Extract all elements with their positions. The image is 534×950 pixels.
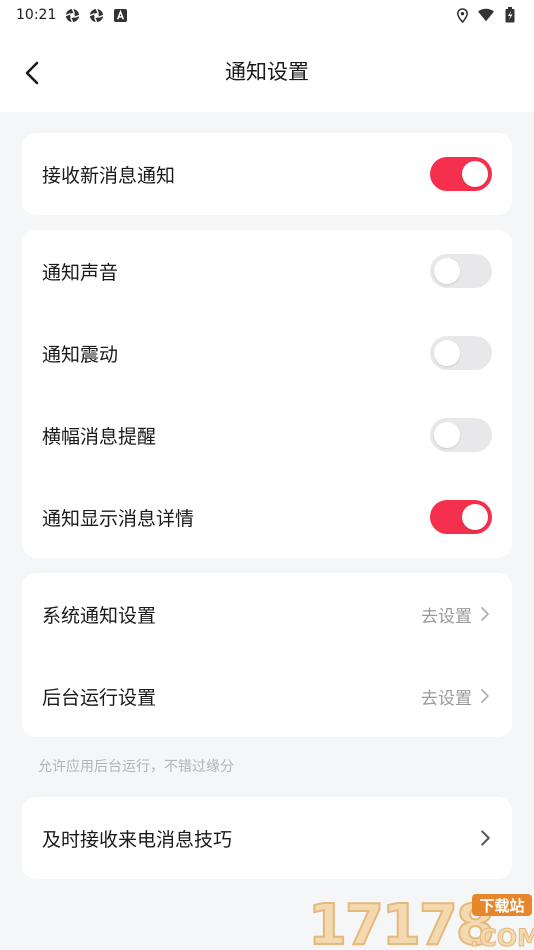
- chevron-right-icon: [478, 830, 492, 846]
- page-title: 通知设置: [225, 60, 309, 84]
- status-bar: 10:21: [0, 0, 534, 30]
- chevron-right-icon: [478, 689, 492, 703]
- toggle-show-message-details[interactable]: [430, 500, 492, 534]
- row-label: 后台运行设置: [42, 686, 157, 709]
- aperture-icon: [88, 7, 104, 23]
- wifi-icon: [478, 7, 494, 23]
- toggle-receive-notifications[interactable]: [430, 157, 492, 191]
- row-label: 系统通知设置: [42, 604, 157, 627]
- row-background-run-settings[interactable]: 后台运行设置 去设置: [22, 655, 512, 737]
- back-button[interactable]: [18, 59, 46, 87]
- row-right: 去设置: [421, 602, 492, 627]
- toggle-banner-reminder[interactable]: [430, 418, 492, 452]
- a-badge-icon: [112, 7, 128, 23]
- go-settings-link: 去设置: [421, 606, 472, 627]
- card-notification-options: 通知声音 通知震动 横幅消息提醒 通知显示消息详情: [22, 230, 512, 558]
- chevron-right-icon: [478, 607, 492, 621]
- row-label: 通知震动: [42, 343, 119, 366]
- status-time: 10:21: [16, 7, 57, 23]
- watermark-suffix: .COM: [470, 924, 534, 950]
- row-label: 横幅消息提醒: [42, 425, 157, 448]
- location-icon: [454, 7, 470, 23]
- toggle-knob: [434, 258, 460, 284]
- battery-icon: [502, 7, 518, 23]
- watermark-badge: 下载站: [479, 897, 524, 915]
- row-receive-notifications[interactable]: 接收新消息通知: [22, 133, 512, 215]
- row-label: 接收新消息通知: [42, 164, 176, 187]
- chevron-left-icon: [25, 61, 39, 85]
- watermark-logo: 17178 下载站 .COM: [307, 892, 534, 950]
- watermark-text: 17178: [308, 893, 493, 950]
- toggle-notification-sound[interactable]: [430, 254, 492, 288]
- page-header: 通知设置: [0, 30, 534, 112]
- toggle-knob: [462, 161, 488, 187]
- row-banner-reminder[interactable]: 横幅消息提醒: [22, 394, 512, 476]
- card-new-message: 接收新消息通知: [22, 133, 512, 215]
- toggle-notification-vibration[interactable]: [430, 336, 492, 370]
- row-label: 及时接收来电消息技巧: [42, 828, 233, 851]
- toggle-knob: [462, 504, 488, 530]
- aperture-icon: [64, 7, 80, 23]
- row-system-notification-settings[interactable]: 系统通知设置 去设置: [22, 573, 512, 655]
- row-show-message-details[interactable]: 通知显示消息详情: [22, 476, 512, 558]
- row-notification-vibration[interactable]: 通知震动: [22, 312, 512, 394]
- status-right: [454, 7, 518, 23]
- row-call-message-tips[interactable]: 及时接收来电消息技巧: [22, 797, 512, 879]
- card-system-settings: 系统通知设置 去设置 后台运行设置 去设置: [22, 573, 512, 737]
- toggle-knob: [434, 422, 460, 448]
- card-tips: 及时接收来电消息技巧: [22, 797, 512, 879]
- toggle-knob: [434, 340, 460, 366]
- row-label: 通知声音: [42, 261, 119, 284]
- row-right: 去设置: [421, 684, 492, 709]
- status-left: 10:21: [16, 7, 128, 23]
- row-label: 通知显示消息详情: [42, 507, 195, 530]
- go-settings-link: 去设置: [421, 688, 472, 709]
- row-notification-sound[interactable]: 通知声音: [22, 230, 512, 312]
- background-run-hint: 允许应用后台运行，不错过缘分: [38, 759, 234, 775]
